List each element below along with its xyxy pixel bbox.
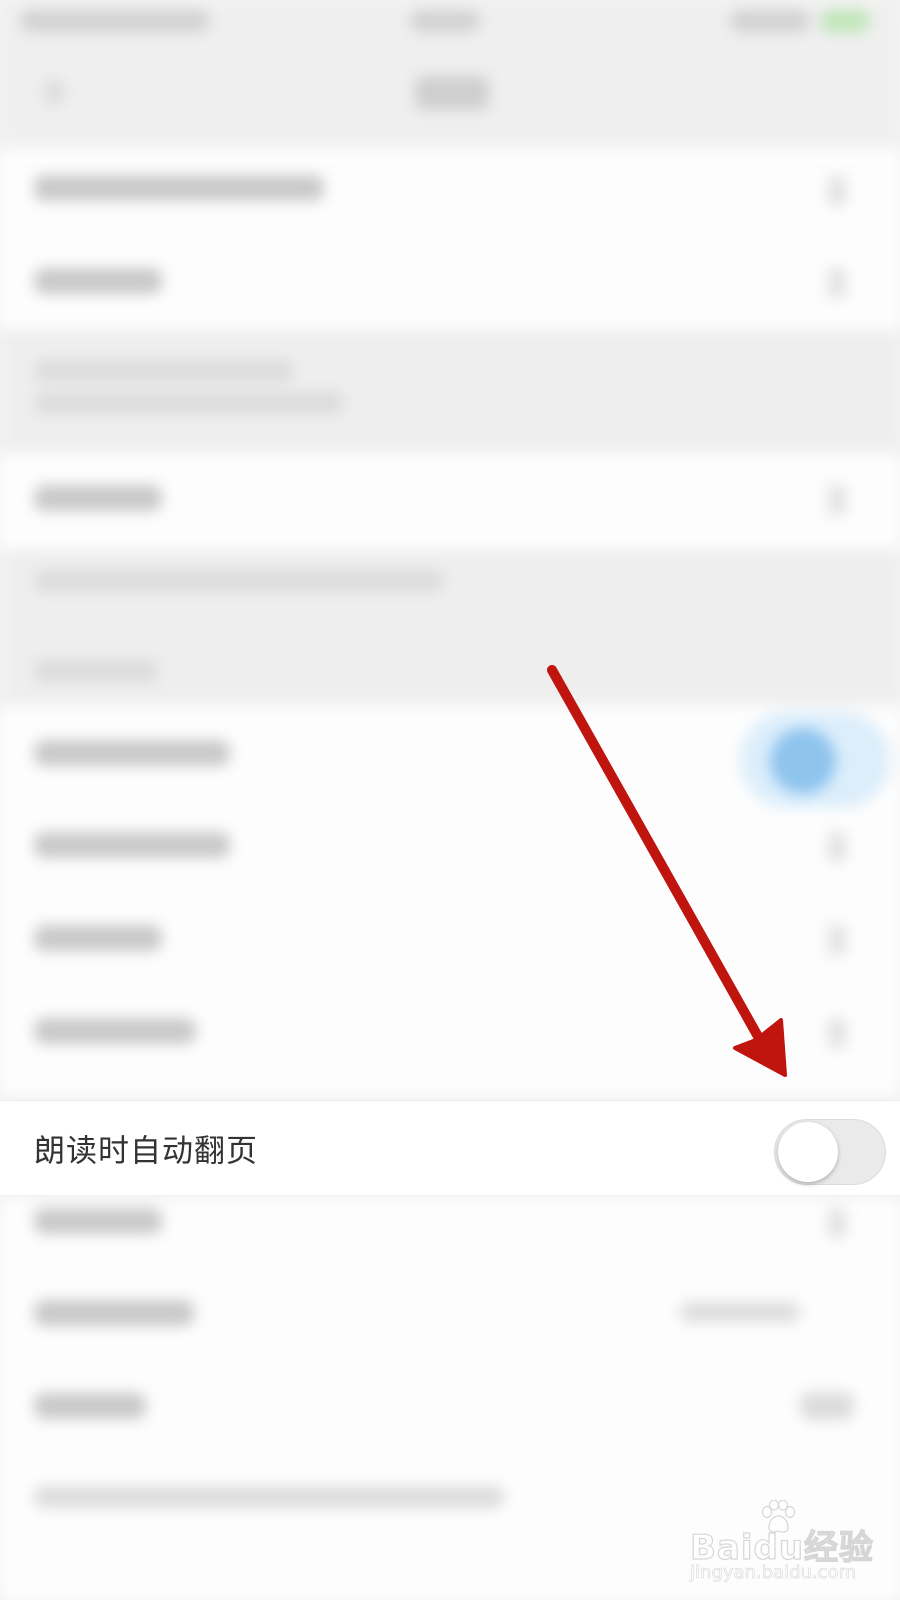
navigation-bar xyxy=(0,46,900,142)
blurred-background xyxy=(0,0,900,1600)
toggle-knob xyxy=(778,1122,838,1182)
watermark: Baidu经验 jingyan.baidu.com xyxy=(689,1500,890,1590)
setting-row-auto-page-turn[interactable]: 朗读时自动翻页 xyxy=(0,1100,900,1196)
watermark-url: jingyan.baidu.com xyxy=(690,1562,857,1584)
setting-label: 朗读时自动翻页 xyxy=(34,1133,258,1169)
auto-page-turn-toggle[interactable] xyxy=(774,1119,886,1185)
status-bar xyxy=(0,0,900,46)
page-title xyxy=(415,76,489,110)
back-icon xyxy=(44,80,64,104)
